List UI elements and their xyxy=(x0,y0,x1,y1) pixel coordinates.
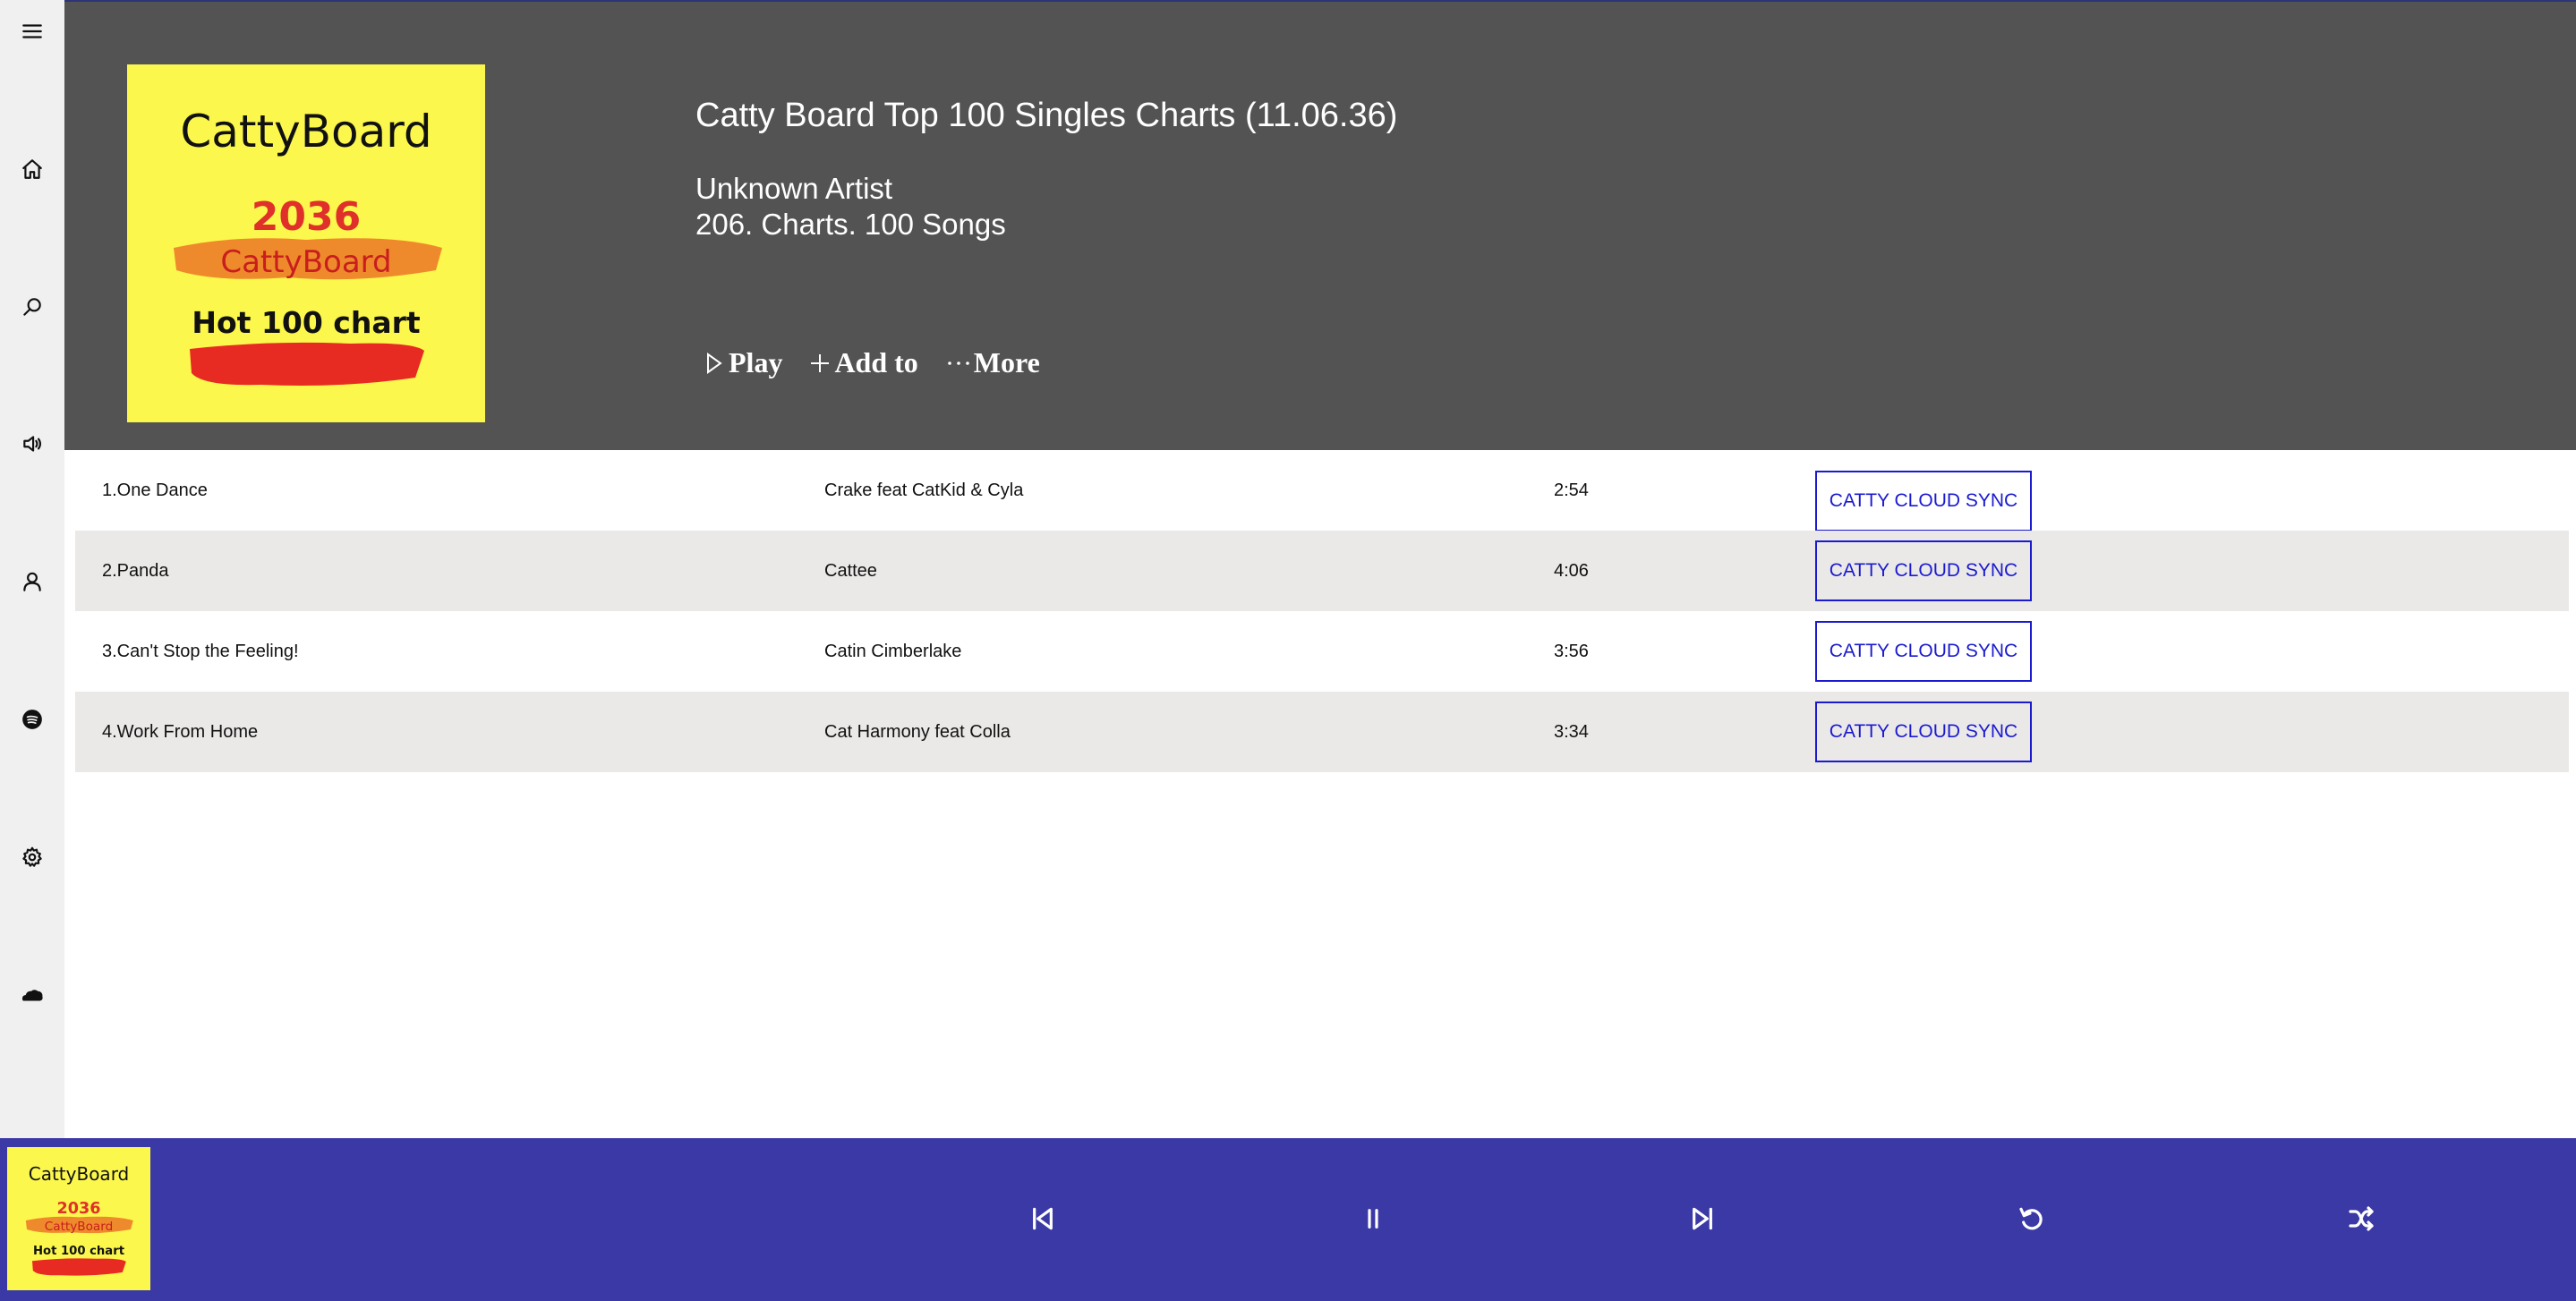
nav-soundcloud[interactable] xyxy=(0,968,64,1022)
add-to-label: Add to xyxy=(834,346,918,378)
mini-cover-brand-text: CattyBoard xyxy=(29,1163,130,1185)
cover-year-text: 2036 xyxy=(252,194,361,240)
more-icon xyxy=(947,361,969,365)
track-row[interactable]: 4.Work From Home Cat Harmony feat Colla … xyxy=(75,692,2569,772)
repeat-button[interactable] xyxy=(2000,1187,2063,1250)
home-icon xyxy=(22,159,42,179)
track-row[interactable]: 3.Can't Stop the Feeling! Catin Cimberla… xyxy=(75,611,2569,692)
track-duration: 3:34 xyxy=(1554,721,1589,742)
nav-volume[interactable] xyxy=(0,417,64,471)
nav-spotify[interactable] xyxy=(0,693,64,746)
nav-rail xyxy=(0,0,64,1138)
track-title: 1.One Dance xyxy=(102,480,208,500)
more-button[interactable]: More xyxy=(945,346,1040,379)
album-actions: Play Add to More xyxy=(705,346,1067,379)
nav-profile[interactable] xyxy=(0,555,64,608)
album-subtitle: 206. Charts. 100 Songs xyxy=(695,208,1006,241)
plus-icon xyxy=(811,353,830,372)
track-row[interactable]: 1.One Dance Crake feat CatKid & Cyla 2:5… xyxy=(75,450,2569,531)
menu-icon xyxy=(22,24,42,38)
track-duration: 4:06 xyxy=(1554,560,1589,581)
nav-search[interactable] xyxy=(0,280,64,334)
cloud-icon xyxy=(21,990,43,1001)
add-to-button[interactable]: Add to xyxy=(809,346,918,379)
app-window: CattyBoard 2036 CattyBoard Hot 100 chart… xyxy=(0,0,2576,1301)
cover-brand-text: CattyBoard xyxy=(180,106,431,157)
next-icon xyxy=(1693,1207,1712,1230)
more-label: More xyxy=(973,346,1040,378)
speaker-icon xyxy=(23,436,42,452)
spotify-icon xyxy=(22,710,42,729)
album-header: CattyBoard 2036 CattyBoard Hot 100 chart… xyxy=(64,0,2576,450)
pause-button[interactable] xyxy=(1342,1187,1404,1250)
play-button[interactable]: Play xyxy=(705,346,782,379)
mini-cover-brand2-text: CattyBoard xyxy=(45,1220,113,1234)
play-label: Play xyxy=(729,346,783,378)
cloud-sync-button[interactable]: CATTY CLOUD SYNC xyxy=(1815,540,2032,601)
track-artist: Cattee xyxy=(824,560,877,581)
play-icon xyxy=(707,352,722,374)
nav-settings[interactable] xyxy=(0,830,64,884)
repeat-icon xyxy=(2019,1207,2043,1230)
mini-cover-chart-text: Hot 100 chart xyxy=(33,1245,124,1258)
track-row[interactable]: 2.Panda Cattee 4:06 CATTY CLOUD SYNC xyxy=(75,531,2569,611)
nav-home[interactable] xyxy=(0,142,64,196)
shuffle-button[interactable] xyxy=(2330,1187,2393,1250)
player-bar: CattyBoard 2036 CattyBoard Hot 100 chart xyxy=(0,1138,2576,1301)
cloud-sync-button[interactable]: CATTY CLOUD SYNC xyxy=(1815,471,2032,531)
shuffle-icon xyxy=(2349,1206,2374,1231)
now-playing-cover[interactable]: CattyBoard 2036 CattyBoard Hot 100 chart xyxy=(7,1147,150,1290)
cloud-sync-button[interactable]: CATTY CLOUD SYNC xyxy=(1815,702,2032,762)
track-title: 2.Panda xyxy=(102,560,169,581)
gear-icon xyxy=(22,846,42,867)
track-list: 1.One Dance Crake feat CatKid & Cyla 2:5… xyxy=(75,450,2569,772)
previous-button[interactable] xyxy=(1011,1187,1074,1250)
album-artist: Unknown Artist xyxy=(695,172,893,205)
next-button[interactable] xyxy=(1671,1187,1734,1250)
mini-cover-year-text: 2036 xyxy=(57,1200,101,1218)
cover-chart-text: Hot 100 chart xyxy=(192,305,421,340)
track-duration: 3:56 xyxy=(1554,641,1589,661)
track-duration: 2:54 xyxy=(1554,480,1589,500)
track-title: 3.Can't Stop the Feeling! xyxy=(102,641,299,661)
track-artist: Catin Cimberlake xyxy=(824,641,962,661)
cloud-sync-button[interactable]: CATTY CLOUD SYNC xyxy=(1815,621,2032,682)
pause-icon xyxy=(1368,1209,1378,1229)
track-title: 4.Work From Home xyxy=(102,721,259,742)
cover-brand2-text: CattyBoard xyxy=(220,244,391,280)
previous-icon xyxy=(1033,1207,1053,1230)
album-cover: CattyBoard 2036 CattyBoard Hot 100 chart xyxy=(127,64,485,422)
album-title: Catty Board Top 100 Singles Charts (11.0… xyxy=(695,97,1398,134)
user-icon xyxy=(23,572,41,591)
menu-button[interactable] xyxy=(0,4,64,58)
track-artist: Cat Harmony feat Colla xyxy=(824,721,1011,742)
search-icon xyxy=(23,298,41,316)
track-artist: Crake feat CatKid & Cyla xyxy=(824,480,1024,500)
